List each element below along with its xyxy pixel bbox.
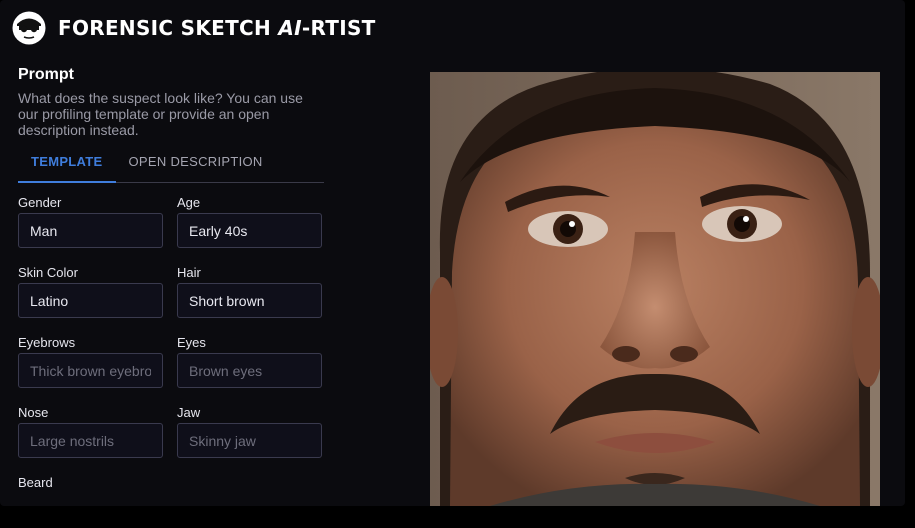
app-title-suffix: -RTIST: [301, 16, 376, 40]
logo-icon: [12, 11, 46, 45]
jaw-input[interactable]: [177, 423, 322, 458]
prompt-description: What does the suspect look like? You can…: [18, 90, 303, 138]
age-input[interactable]: [177, 213, 322, 248]
template-fields: Gender Age Skin Color Hair Eyebrows Eyes: [18, 195, 324, 458]
app-title: FORENSIC SKETCH AI-RTIST: [58, 16, 376, 40]
gender-field: Gender: [18, 195, 163, 248]
nose-label: Nose: [18, 405, 49, 420]
age-label: Age: [177, 195, 201, 210]
eyes-input[interactable]: [177, 353, 322, 388]
eyes-field: Eyes: [177, 335, 322, 388]
hair-field: Hair: [177, 265, 322, 318]
app-window: FORENSIC SKETCH AI-RTIST Prompt What doe…: [0, 0, 905, 506]
beard-label: Beard: [18, 475, 53, 490]
header: FORENSIC SKETCH AI-RTIST: [12, 10, 376, 46]
jaw-label: Jaw: [177, 405, 201, 420]
hair-input[interactable]: [177, 283, 322, 318]
skin-color-field: Skin Color: [18, 265, 163, 318]
skin-color-input[interactable]: [18, 283, 163, 318]
tab-open-description[interactable]: OPEN DESCRIPTION: [116, 152, 276, 182]
app-title-prefix: FORENSIC SKETCH: [58, 16, 279, 40]
skin-color-label: Skin Color: [18, 265, 78, 280]
nose-input[interactable]: [18, 423, 163, 458]
tab-bar: TEMPLATE OPEN DESCRIPTION: [18, 152, 324, 183]
hair-label: Hair: [177, 265, 201, 280]
nose-field: Nose: [18, 405, 163, 458]
tab-template[interactable]: TEMPLATE: [18, 152, 116, 183]
app-title-ai: AI: [278, 16, 302, 40]
generated-portrait-image: [430, 72, 880, 506]
portrait-illustration: [430, 72, 880, 506]
prompt-panel: Prompt What does the suspect look like? …: [18, 66, 324, 490]
eyebrows-field: Eyebrows: [18, 335, 163, 388]
eyebrows-label: Eyebrows: [18, 335, 76, 350]
jaw-field: Jaw: [177, 405, 322, 458]
eyes-label: Eyes: [177, 335, 206, 350]
gender-label: Gender: [18, 195, 62, 210]
eyebrows-input[interactable]: [18, 353, 163, 388]
prompt-heading: Prompt: [18, 66, 74, 83]
gender-input[interactable]: [18, 213, 163, 248]
age-field: Age: [177, 195, 322, 248]
